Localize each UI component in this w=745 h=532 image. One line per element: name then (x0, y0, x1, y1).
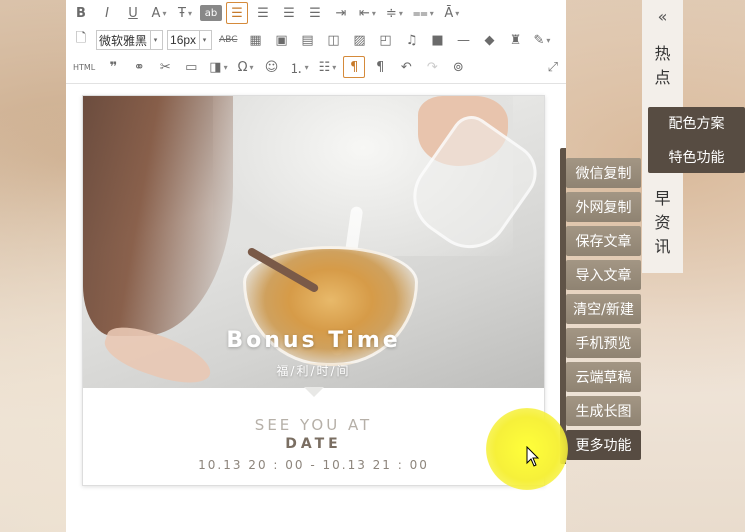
milk-cereal-photo: Bonus Time 福/利/时/间 (83, 96, 544, 388)
toolbar-row-2: 🗋 微软雅黑 ▾ 16px ▾ ABC ▦ ▣ ▤ ◫ ▨ ◰ ♫ ■ — ◆ … (70, 27, 557, 53)
insert-frame-icon[interactable]: ◨ ▾ (206, 56, 230, 78)
text-style-button[interactable]: Ŧ ▾ (174, 2, 196, 24)
video-icon[interactable]: ■ (427, 29, 449, 51)
undo-icon[interactable]: ↶ (395, 56, 417, 78)
strikethrough-abc-button[interactable]: ABC (216, 29, 240, 51)
special-char-icon[interactable]: Ω ▾ (235, 56, 257, 78)
clear-new-button[interactable]: 清空/新建 (566, 294, 641, 324)
paragraph-spacing-button[interactable]: ⩵ ▾ (410, 2, 437, 24)
photo-notch-arrow (304, 387, 324, 397)
rail-news-char-3[interactable]: 讯 (642, 235, 683, 259)
chevron-down-icon: ▾ (199, 31, 209, 49)
emoji-icon[interactable]: ☺ (261, 56, 283, 78)
color-scheme-menu-item[interactable]: 配色方案 (648, 107, 745, 139)
toolbar-row-1: B I U A ▾ Ŧ ▾ ab ☰ ☰ ☰ ☰ ⇥ ⇤ ▾ ≑ ▾ ⩵ ▾ Ā ▾ (70, 0, 467, 26)
text-box-icon[interactable]: ▤ (297, 29, 319, 51)
magic-wand-icon[interactable]: ✎ ▾ (531, 29, 554, 51)
format-painter-icon[interactable]: ♜ (505, 29, 527, 51)
chevron-down-icon: ▾ (150, 31, 160, 49)
rail-hot-char-1[interactable]: 热 (642, 42, 683, 66)
search-replace-icon[interactable]: ⊚ (447, 56, 469, 78)
link-icon[interactable]: ⚭ (128, 56, 150, 78)
new-doc-icon[interactable]: 🗋 (70, 29, 92, 51)
picture-icon[interactable]: ▨ (349, 29, 371, 51)
indent-button[interactable]: ⇥ (330, 2, 352, 24)
fullscreen-expand-icon[interactable]: ⤢ (548, 60, 558, 75)
html-source-button[interactable]: HTML (70, 56, 98, 78)
music-icon[interactable]: ♫ (401, 29, 423, 51)
mobile-preview-button[interactable]: 手机预览 (566, 328, 641, 358)
rtl-paragraph-icon[interactable]: ¶ (369, 56, 391, 78)
redo-icon[interactable]: ↷ (421, 56, 443, 78)
font-color-button[interactable]: A ▾ (148, 2, 170, 24)
clear-format-button[interactable]: Ā ▾ (441, 2, 463, 24)
align-left-button[interactable]: ☰ (226, 2, 248, 24)
template-icon[interactable]: ▭ (180, 56, 202, 78)
save-article-button[interactable]: 保存文章 (566, 226, 641, 256)
highlight-button[interactable]: ab (200, 5, 222, 21)
photo-hair-left (83, 96, 233, 336)
italic-button[interactable]: I (96, 2, 118, 24)
align-justify-button[interactable]: ☰ (304, 2, 326, 24)
more-features-button[interactable]: 更多功能 (566, 430, 641, 460)
collapse-chevron-icon[interactable]: « (642, 0, 683, 32)
align-right-button[interactable]: ☰ (278, 2, 300, 24)
card-title: Bonus Time (226, 328, 401, 353)
editor-toolbar: B I U A ▾ Ŧ ▾ ab ☰ ☰ ☰ ☰ ⇥ ⇤ ▾ ≑ ▾ ⩵ ▾ Ā ▾ 🗋 微… (66, 0, 566, 84)
generate-long-image-button[interactable]: 生成长图 (566, 396, 641, 426)
toolbar-row-3: HTML ❞ ⚭ ✂ ▭ ◨ ▾ Ω ▾ ☺ ⒈ ▾ ☷ ▾ ¶ ¶ ↶ ↷ ⊚ (70, 54, 473, 80)
rail-popup-menu: 配色方案 特色功能 (648, 107, 745, 173)
external-copy-button[interactable]: 外网复制 (566, 192, 641, 222)
card-subtitle: 福/利/时/间 (276, 364, 351, 378)
align-center-button[interactable]: ☰ (252, 2, 274, 24)
rail-news-char-1[interactable]: 早 (642, 187, 683, 211)
font-size-value: 16px (170, 33, 197, 47)
content-card: Bonus Time 福/利/时/间 SEE YOU AT DATE 10.13… (82, 95, 545, 486)
date-label: DATE (285, 436, 342, 452)
wechat-copy-button[interactable]: 微信复制 (566, 158, 641, 188)
line-height-button[interactable]: ≑ ▾ (383, 2, 406, 24)
cloud-draft-button[interactable]: 云端草稿 (566, 362, 641, 392)
rail-hot-char-2[interactable]: 点 (642, 66, 683, 90)
paragraph-mark-icon[interactable]: ¶ (343, 56, 366, 78)
eraser-icon[interactable]: ◆ (479, 29, 501, 51)
special-features-menu-item[interactable]: 特色功能 (648, 141, 745, 173)
table-icon[interactable]: ▦ (245, 29, 267, 51)
date-range: 10.13 20 : 00 - 10.13 21 : 00 (198, 458, 429, 472)
mouse-cursor-icon (526, 446, 540, 467)
see-you-text: SEE YOU AT (254, 416, 373, 434)
rail-news-char-2[interactable]: 资 (642, 211, 683, 235)
image-icon[interactable]: ▣ (271, 29, 293, 51)
import-article-button[interactable]: 导入文章 (566, 260, 641, 290)
font-family-value: 微软雅黑 (99, 33, 148, 48)
outdent-button[interactable]: ⇤ ▾ (356, 2, 379, 24)
unordered-list-icon[interactable]: ☷ ▾ (316, 56, 340, 78)
gallery-icon[interactable]: ◰ (375, 29, 397, 51)
font-size-select[interactable]: 16px ▾ (167, 30, 213, 50)
horizontal-rule-icon[interactable]: — (453, 29, 475, 51)
watermark-icon[interactable]: ◫ (323, 29, 345, 51)
font-family-select[interactable]: 微软雅黑 ▾ (96, 30, 164, 50)
bold-button[interactable]: B (70, 2, 92, 24)
quote-icon[interactable]: ❞ (102, 56, 124, 78)
unlink-icon[interactable]: ✂ (154, 56, 176, 78)
ordered-list-icon[interactable]: ⒈ ▾ (287, 56, 312, 78)
underline-button[interactable]: U (122, 2, 144, 24)
